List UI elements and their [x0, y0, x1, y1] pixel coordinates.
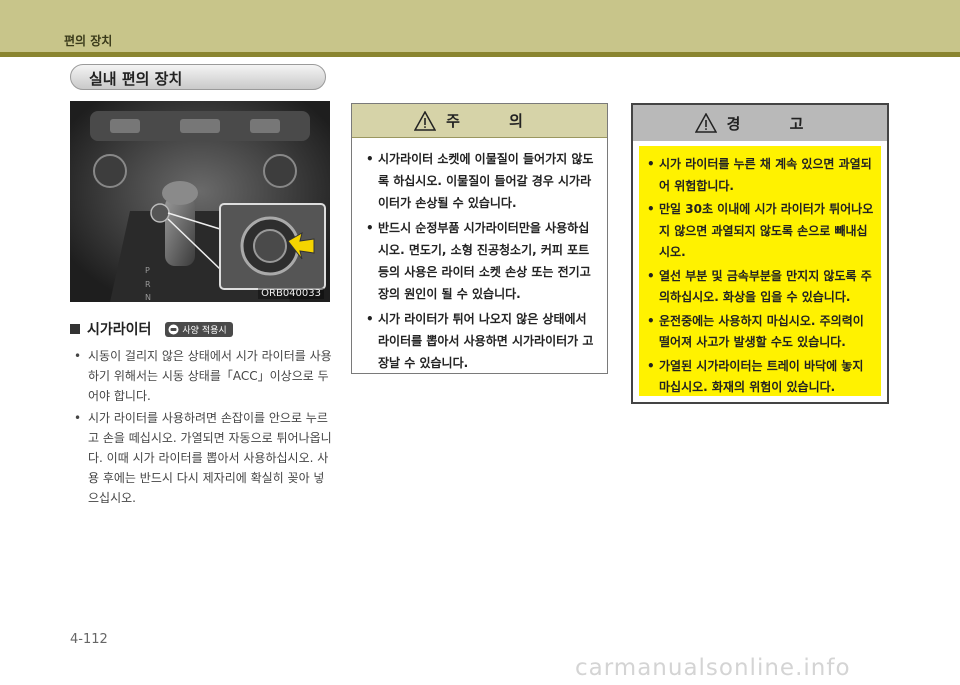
- list-item: 만일 30초 이내에 시가 라이터가 튀어나오지 않으면 과열되지 않도록 손으…: [647, 199, 875, 264]
- warning-triangle-icon: [694, 113, 717, 133]
- caution-header: 주 의: [352, 104, 607, 138]
- watermark: carmanualsonline.info: [575, 655, 851, 681]
- header-divider: [0, 52, 960, 57]
- list-item: 시가라이터 소켓에 이물질이 들어가지 않도록 하십시오. 이물질이 들어갈 경…: [366, 148, 597, 214]
- caution-list: 시가라이터 소켓에 이물질이 들어가지 않도록 하십시오. 이물질이 들어갈 경…: [352, 138, 607, 374]
- heading-square-bullet: [70, 324, 80, 334]
- warning-header: 경 고: [633, 105, 887, 141]
- heading-text: 시가라이터: [87, 322, 152, 338]
- figure-code: ORB040033: [258, 288, 324, 299]
- caution-title: 주 의: [446, 112, 545, 130]
- list-item: 반드시 순정부품 시가라이터만을 사용하십시오. 면도기, 소형 진공청소기, …: [366, 217, 597, 305]
- svg-text:R: R: [145, 280, 151, 289]
- page-number: 4-112: [70, 632, 108, 647]
- section-title-pill: 실내 편의 장치: [70, 64, 326, 90]
- section-title: 실내 편의 장치: [89, 70, 183, 88]
- svg-text:P: P: [145, 266, 150, 275]
- option-badge-label: 사양 적용시: [182, 325, 227, 336]
- caution-box: 주 의 시가라이터 소켓에 이물질이 들어가지 않도록 하십시오. 이물질이 들…: [351, 103, 608, 374]
- list-item: 열선 부분 및 금속부분을 만지지 않도록 주의하십시오. 화상을 입을 수 있…: [647, 266, 875, 309]
- svg-text:N: N: [145, 293, 151, 302]
- console-illustration: P R N: [70, 101, 330, 302]
- list-item: 시가 라이터가 튀어 나오지 않은 상태에서 라이터를 뽑아서 사용하면 시가라…: [366, 308, 597, 374]
- warning-list: 시가 라이터를 누른 채 계속 있으면 과열되어 위험합니다. 만일 30초 이…: [639, 146, 881, 399]
- warning-body: 시가 라이터를 누른 채 계속 있으면 과열되어 위험합니다. 만일 30초 이…: [639, 146, 881, 396]
- option-car-icon: [168, 324, 179, 334]
- cigar-lighter-instructions: 시동이 걸리지 않은 상태에서 시가 라이터를 사용하기 위해서는 시동 상태를…: [72, 346, 334, 510]
- page-header: [0, 0, 960, 52]
- list-item: 시동이 걸리지 않은 상태에서 시가 라이터를 사용하기 위해서는 시동 상태를…: [72, 346, 334, 406]
- option-badge: 사양 적용시: [165, 321, 233, 337]
- list-item: 시가 라이터를 누른 채 계속 있으면 과열되어 위험합니다.: [647, 154, 875, 197]
- caution-triangle-icon: [414, 110, 437, 131]
- list-item: 가열된 시가라이터는 트레이 바닥에 놓지 마십시오. 화재의 위험이 있습니다…: [647, 356, 875, 399]
- chapter-title: 편의 장치: [64, 34, 113, 48]
- cigar-lighter-heading: 시가라이터 사양 적용시: [70, 318, 233, 340]
- cigar-lighter-photo: P R N ORB040033: [70, 101, 330, 302]
- warning-title: 경 고: [726, 114, 826, 133]
- list-item: 운전중에는 사용하지 마십시오. 주의력이 떨어져 사고가 발생할 수도 있습니…: [647, 311, 875, 354]
- list-item: 시가 라이터를 사용하려면 손잡이를 안으로 누르고 손을 떼십시오. 가열되면…: [72, 408, 334, 508]
- warning-box: 경 고 시가 라이터를 누른 채 계속 있으면 과열되어 위험합니다. 만일 3…: [631, 103, 889, 404]
